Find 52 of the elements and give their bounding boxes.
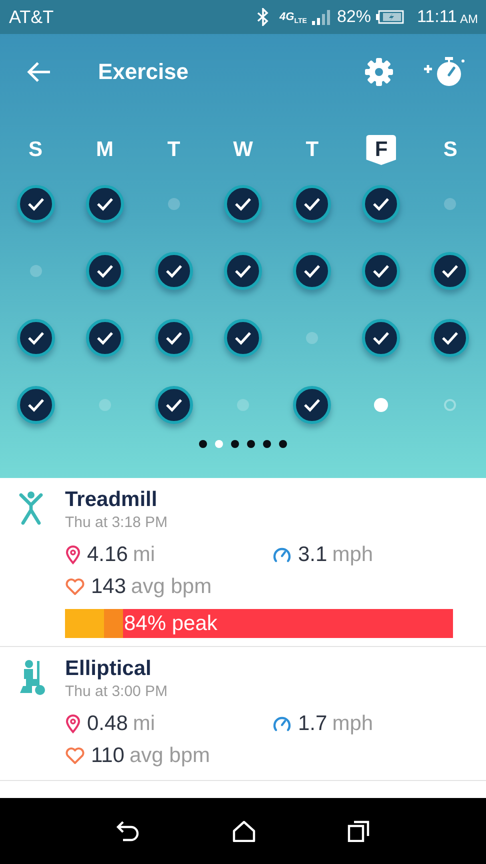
- network-type: 4G: [280, 11, 294, 23]
- speedometer-icon: [272, 715, 292, 733]
- activity-time: Thu at 3:18 PM: [65, 514, 169, 531]
- page-dot[interactable]: [263, 440, 271, 448]
- location-pin-icon: [65, 714, 81, 734]
- heart-rate-value: 110: [91, 744, 124, 768]
- speedometer-icon: [272, 546, 292, 564]
- weekday-label: S: [28, 137, 44, 163]
- settings-icon[interactable]: [364, 57, 394, 87]
- distance-unit: mi: [132, 543, 156, 567]
- activity-name[interactable]: Elliptical: [65, 657, 152, 681]
- distance-unit: mi: [132, 712, 156, 736]
- weekday-label: F: [366, 135, 396, 165]
- speed-unit: mph: [332, 543, 374, 567]
- heart-rate-value: 143: [91, 575, 126, 599]
- screen-title: Exercise: [98, 59, 190, 85]
- weekday-label: T: [304, 137, 320, 163]
- distance-value: 0.48: [87, 712, 128, 736]
- activity-name[interactable]: Treadmill: [65, 488, 158, 512]
- page-dot[interactable]: [231, 440, 239, 448]
- battery-percent: 82%: [336, 7, 371, 27]
- weekday-label: M: [94, 137, 114, 163]
- battery-icon: [376, 10, 404, 24]
- add-stopwatch-icon[interactable]: [422, 56, 466, 88]
- speed-value: 3.1: [298, 543, 328, 567]
- figure-icon: [18, 490, 44, 526]
- heart-rate-unit: avg bpm: [129, 744, 210, 768]
- home-icon[interactable]: [232, 820, 256, 842]
- weekday-label: W: [232, 137, 254, 163]
- location-pin-icon: [65, 545, 81, 565]
- page-dot[interactable]: [279, 440, 287, 448]
- recent-apps-icon[interactable]: [346, 820, 371, 842]
- distance-value: 4.16: [87, 543, 128, 567]
- elliptical-machine-icon: [18, 659, 46, 695]
- signal-icon: [312, 9, 332, 25]
- speed-value: 1.7: [298, 712, 328, 736]
- heart-rate-unit: avg bpm: [131, 575, 212, 599]
- heart-icon: [65, 578, 85, 596]
- page-dot[interactable]: [199, 440, 207, 448]
- clock-ampm: AM: [460, 12, 478, 26]
- weekday-label: S: [442, 137, 458, 163]
- page-dot[interactable]: [247, 440, 255, 448]
- carrier-name: AT&T: [9, 6, 54, 28]
- clock-time: 11:11: [416, 7, 457, 27]
- bluetooth-icon: [256, 8, 269, 26]
- page-dot[interactable]: [215, 440, 223, 448]
- zone-label: 84% peak: [124, 612, 218, 636]
- back-icon[interactable]: [115, 819, 142, 843]
- weekday-label: T: [166, 137, 182, 163]
- heart-icon: [65, 747, 85, 765]
- activity-time: Thu at 3:00 PM: [65, 683, 169, 700]
- speed-unit: mph: [332, 712, 374, 736]
